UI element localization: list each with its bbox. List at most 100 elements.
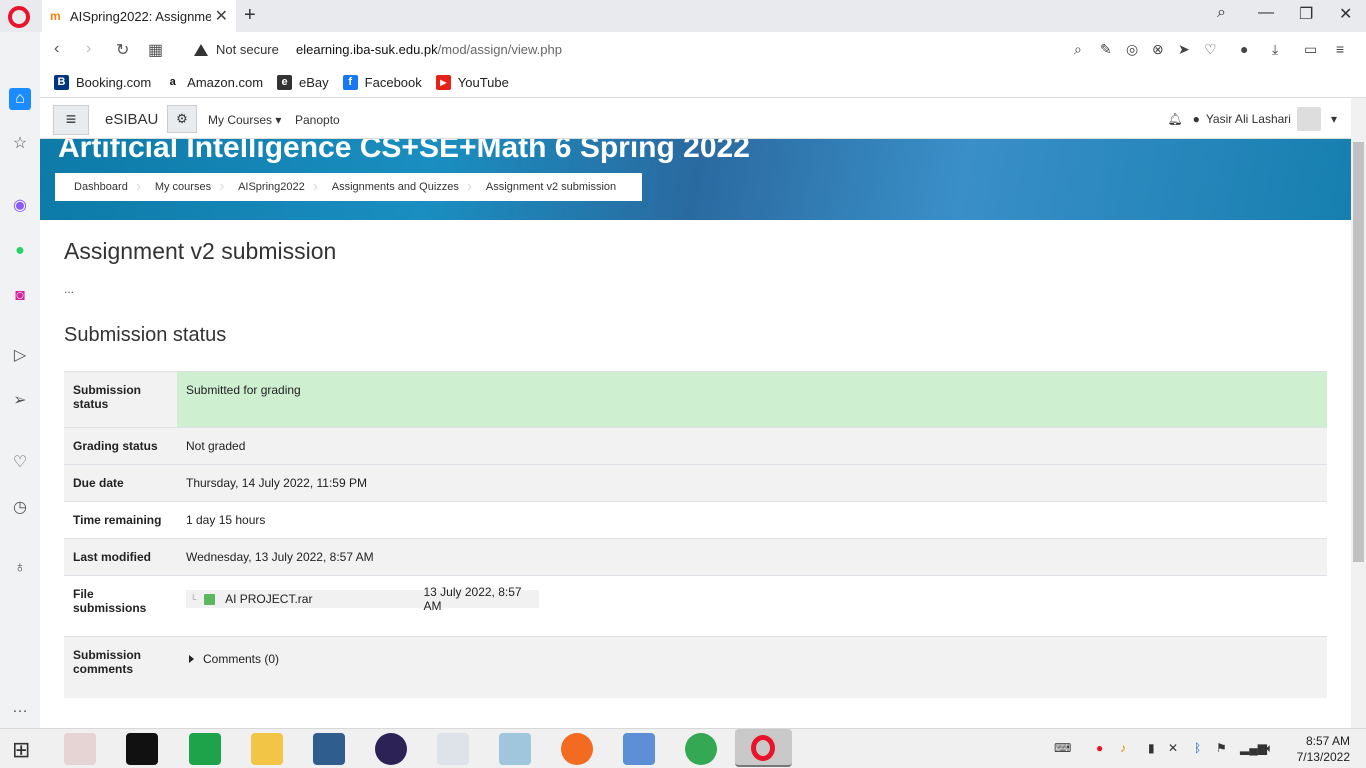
windows-start-icon[interactable]: ⊞ (12, 737, 30, 763)
youtube-icon: ▶ (435, 75, 451, 90)
opera-taskbar-button[interactable] (735, 729, 792, 767)
home-icon[interactable]: ⌂ (9, 88, 31, 110)
page-title: Assignment v2 submission (64, 238, 337, 264)
audio-app-icon[interactable]: ♪ (1120, 741, 1126, 755)
more-options-icon[interactable]: … (9, 697, 31, 719)
download-icon[interactable]: ⤓ (1272, 41, 1278, 58)
keyboard-icon[interactable]: ⌨ (1054, 741, 1071, 755)
tips-lightbulb-icon[interactable]: ♁ (9, 557, 31, 579)
back-icon[interactable]: ‹ (54, 40, 59, 58)
user-menu[interactable]: 🔔︎ ● Yasir Ali Lashari ▾ (1167, 107, 1337, 131)
profile-icon[interactable]: ● (1240, 41, 1248, 57)
battery-icon[interactable]: ▮ (1148, 741, 1155, 755)
instagram-icon[interactable]: ◙ (9, 285, 31, 307)
settings-gear-icon[interactable]: ⚙ (167, 105, 197, 133)
player-icon[interactable]: ▷ (9, 345, 31, 367)
whatsapp-icon[interactable]: ● (9, 240, 31, 262)
row-label: File submissions (73, 587, 147, 615)
comments-toggle[interactable]: Comments (0) (186, 652, 1318, 666)
bookmark-ebay[interactable]: e eBay (277, 75, 329, 90)
file-link[interactable]: AI PROJECT.rar (225, 592, 423, 606)
send-icon[interactable]: ➤ (1178, 41, 1190, 58)
search-page-icon[interactable]: ⌕ (1074, 41, 1082, 58)
file-date: 13 July 2022, 8:57 AM (423, 585, 522, 613)
snipping-tool-icon[interactable] (64, 733, 96, 765)
edit-icon[interactable]: ✎ (1100, 41, 1112, 58)
restore-window-icon[interactable]: ❐ (1299, 4, 1313, 24)
notification-bell-icon[interactable]: 🔔︎ (1167, 112, 1182, 126)
bookmarks-bar: B Booking.com a Amazon.com e eBay f Face… (40, 68, 1366, 98)
url-field[interactable]: elearning.iba-suk.edu.pk/mod/assign/view… (296, 42, 562, 57)
row-label: Time remaining (73, 513, 162, 527)
amazon-icon: a (169, 76, 176, 88)
browser-tab-active[interactable]: m AISpring2022: Assignment ✕ (42, 0, 236, 32)
mysql-workbench-icon[interactable] (313, 733, 345, 765)
action-flag-icon[interactable]: ⚑ (1216, 741, 1227, 755)
snapshot-icon[interactable]: ◎ (1126, 41, 1138, 58)
table-row: Time remaining 1 day 15 hours (64, 501, 1327, 539)
bookmark-amazon[interactable]: a Amazon.com (165, 75, 263, 90)
minimize-window-icon[interactable]: — (1258, 4, 1274, 22)
ebay-icon: e (277, 75, 293, 90)
adblock-icon[interactable]: ⊗ (1152, 41, 1164, 58)
speed-dial-star-icon[interactable]: ☆ (9, 133, 31, 155)
store-icon[interactable] (189, 733, 221, 765)
command-prompt-icon[interactable] (126, 733, 158, 765)
firefox-icon[interactable] (561, 733, 593, 765)
opera-menu-icon[interactable] (8, 6, 30, 28)
breadcrumb-my-courses[interactable]: My courses (136, 178, 223, 196)
notepad-icon[interactable] (437, 733, 469, 765)
user-name: Yasir Ali Lashari (1205, 112, 1291, 126)
bookmarks-heart-icon[interactable]: ♡ (9, 452, 31, 474)
scrollbar-thumb[interactable] (1353, 142, 1364, 562)
messages-icon[interactable]: ● (1193, 112, 1200, 126)
system-clock[interactable]: 8:57 AM 7/13/2022 (1297, 733, 1350, 765)
close-window-icon[interactable]: ✕ (1339, 4, 1352, 24)
forward-icon[interactable]: › (86, 40, 91, 58)
speed-dial-icon[interactable]: ▦ (148, 40, 163, 60)
submission-status-value: Submitted for grading (177, 371, 1327, 428)
clock-time: 8:57 AM (1305, 734, 1350, 748)
battery-saver-icon[interactable]: ▭ (1304, 41, 1317, 58)
eclipse-icon[interactable] (375, 733, 407, 765)
search-tabs-icon[interactable]: ⌕ (1217, 4, 1226, 22)
heart-icon[interactable]: ♡ (1204, 41, 1217, 58)
volume-icon[interactable]: 🔈︎ (1266, 741, 1273, 756)
network-app-icon[interactable] (623, 733, 655, 765)
chrome-icon[interactable] (685, 733, 717, 765)
easy-setup-icon[interactable]: ≡ (1336, 41, 1344, 57)
site-brand[interactable]: eSIBAU (105, 111, 158, 128)
bookmark-youtube[interactable]: ▶ YouTube (435, 75, 509, 90)
page-scrollbar[interactable] (1351, 98, 1366, 728)
time-remaining-value: 1 day 15 hours (186, 513, 266, 527)
breadcrumb-section[interactable]: Assignments and Quizzes (313, 178, 471, 196)
sticky-app-icon[interactable] (499, 733, 531, 765)
bookmark-booking[interactable]: B Booking.com (54, 75, 151, 90)
close-tab-icon[interactable]: ✕ (215, 6, 228, 26)
new-tab-icon[interactable]: + (244, 4, 256, 27)
network-signal-icon[interactable]: ▂▄▆ (1240, 741, 1267, 755)
table-row: Submission status Submitted for grading (64, 371, 1327, 428)
flow-icon[interactable]: ➢ (9, 390, 31, 412)
intro-text: ... (64, 282, 75, 296)
grading-status-value: Not graded (186, 439, 246, 453)
table-row: File submissions └ AI PROJECT.rar 13 Jul… (64, 575, 1327, 637)
breadcrumb-course[interactable]: AISpring2022 (219, 178, 317, 196)
course-title: Artificial Intelligence CS+SE+Math 6 Spr… (58, 139, 750, 164)
security-indicator[interactable]: Not secure (194, 42, 279, 57)
breadcrumb-current[interactable]: Assignment v2 submission (467, 178, 628, 196)
url-path: /mod/assign/view.php (437, 42, 562, 57)
bluetooth-icon[interactable]: ᛒ (1194, 741, 1201, 755)
panopto-link[interactable]: Panopto (295, 113, 340, 127)
bookmark-facebook[interactable]: f Facebook (342, 75, 422, 90)
file-explorer-icon[interactable] (251, 733, 283, 765)
reload-icon[interactable]: ↻ (116, 40, 129, 60)
messenger-icon[interactable]: ◉ (9, 195, 31, 217)
opera-tray-icon[interactable]: ● (1096, 741, 1103, 755)
my-courses-menu[interactable]: My Courses ▾ (208, 113, 281, 127)
history-icon[interactable]: ◷ (9, 497, 31, 519)
nvidia-icon[interactable]: ✕ (1168, 741, 1178, 755)
breadcrumb-dashboard[interactable]: Dashboard (59, 181, 140, 193)
drawer-toggle-icon[interactable]: ≡ (53, 105, 89, 135)
bookmark-label: Booking.com (76, 75, 152, 90)
